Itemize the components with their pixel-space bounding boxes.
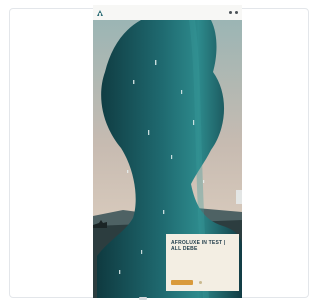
mobile-page-preview: AFROLUXE IN TEST | ALL DEBE	[93, 5, 242, 298]
top-bar-actions	[229, 11, 238, 14]
panel-dot-icon	[199, 281, 202, 284]
search-icon[interactable]	[229, 11, 232, 14]
panel-title: AFROLUXE IN TEST | ALL DEBE	[171, 240, 226, 252]
top-bar	[93, 5, 242, 20]
promo-panel: AFROLUXE IN TEST | ALL DEBE	[166, 234, 239, 291]
menu-icon[interactable]	[235, 11, 238, 14]
logo-icon[interactable]	[97, 9, 103, 16]
panel-cta-button[interactable]	[171, 280, 193, 285]
corner-tag	[139, 297, 147, 300]
